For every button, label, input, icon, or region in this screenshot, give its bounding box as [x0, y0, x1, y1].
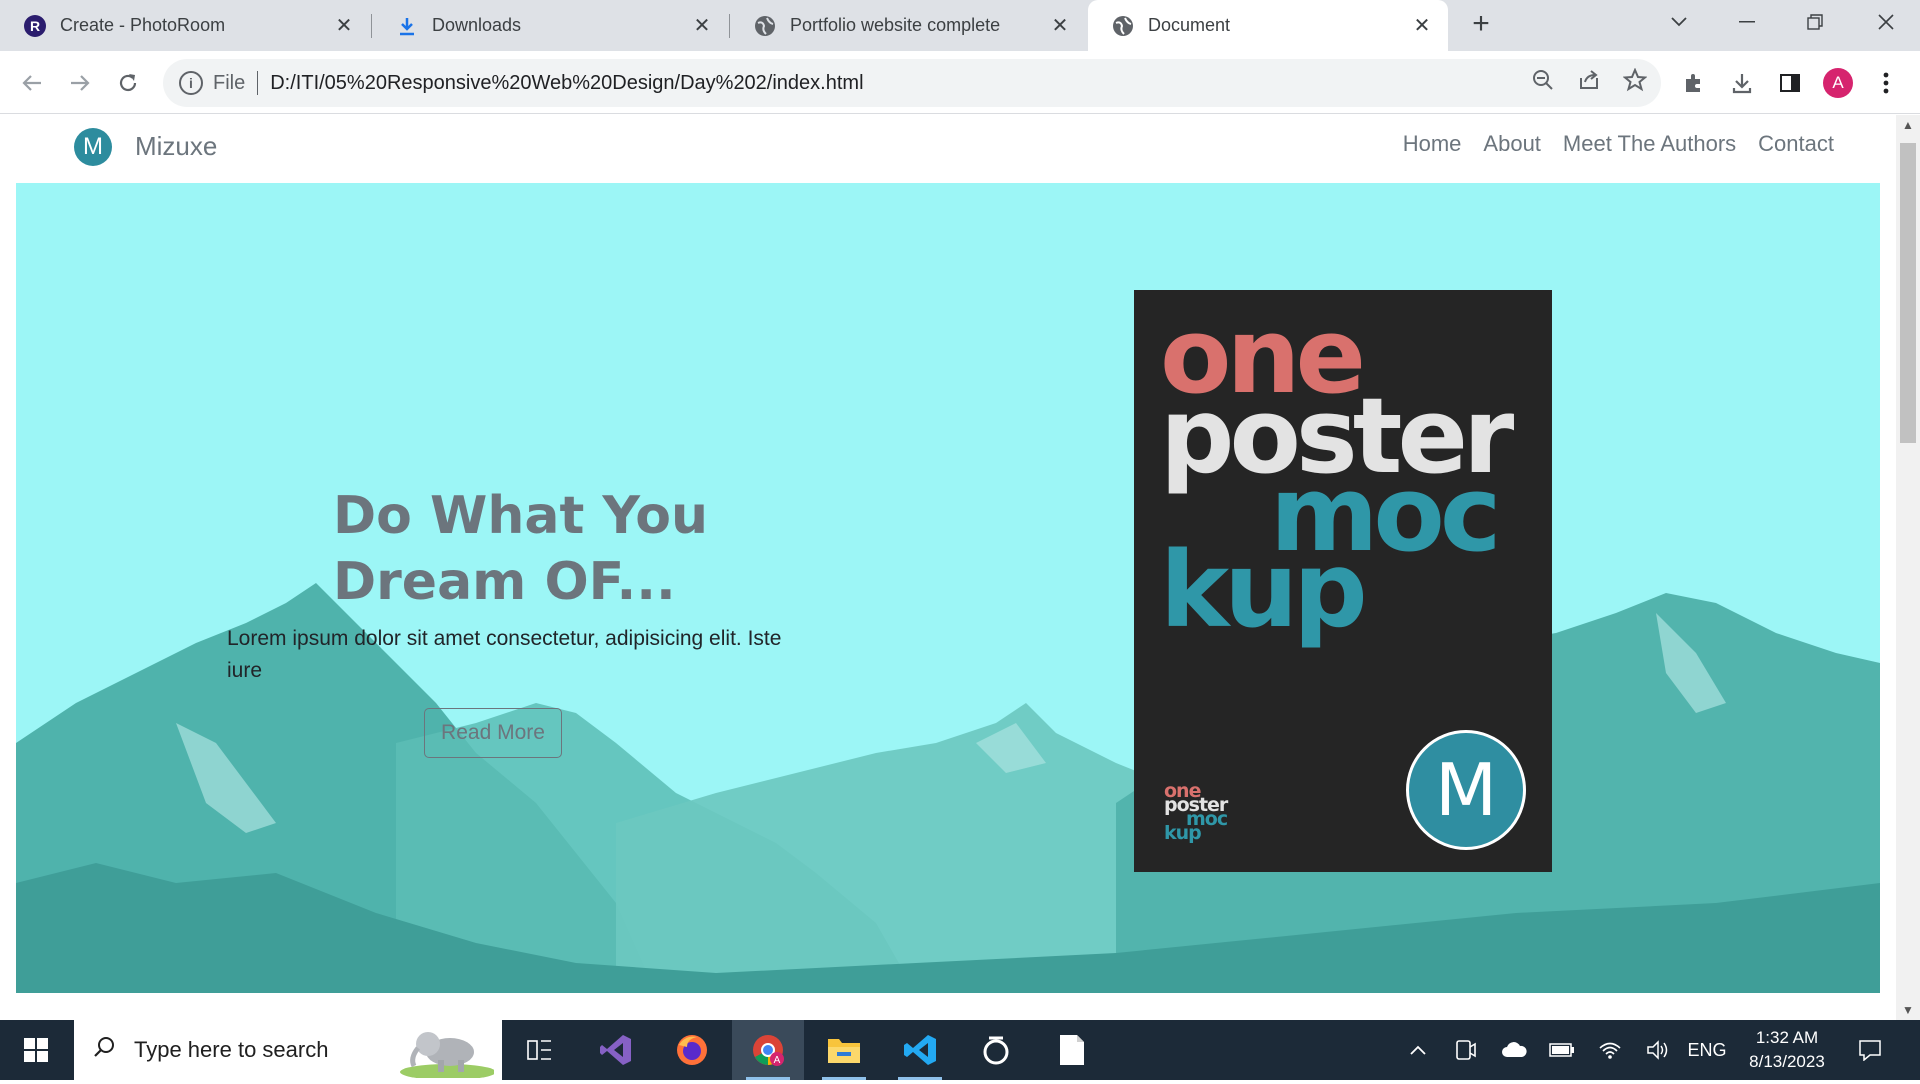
page-scrollbar[interactable]: ▲ ▼ [1896, 115, 1920, 1020]
clock-date: 8/13/2023 [1749, 1052, 1825, 1071]
tab-document[interactable]: Document ✕ [1088, 0, 1448, 51]
taskbar-search-box[interactable]: Type here to search [74, 1020, 502, 1080]
profile-avatar[interactable]: A [1818, 63, 1858, 103]
scroll-up-icon[interactable]: ▲ [1896, 115, 1920, 135]
address-divider [257, 71, 259, 95]
reload-button[interactable] [108, 63, 148, 103]
notepad-icon[interactable] [1036, 1020, 1108, 1080]
nav-links: Home About Meet The Authors Contact [1403, 131, 1834, 157]
show-hidden-icons-chevron-icon[interactable] [1400, 1020, 1436, 1080]
poster-small-word: kup [1164, 822, 1202, 844]
elephant-illustration-icon [398, 1022, 496, 1084]
brand-name[interactable]: Mizuxe [135, 131, 217, 162]
bookmark-star-icon[interactable] [1622, 67, 1648, 98]
mountain-background-image [16, 583, 1880, 993]
nav-link-contact[interactable]: Contact [1758, 131, 1834, 157]
tab-title: Portfolio website complete [790, 15, 1001, 35]
close-icon[interactable]: ✕ [1048, 14, 1072, 38]
meet-now-icon[interactable] [1448, 1020, 1484, 1080]
info-icon[interactable]: i [179, 71, 203, 95]
close-icon[interactable]: ✕ [332, 14, 356, 38]
hero-title: Do What You Dream OF... [333, 486, 709, 612]
tab-strip: R Create - PhotoRoom ✕ Downloads ✕ Portf… [0, 0, 1920, 51]
minimize-button[interactable] [1713, 0, 1781, 44]
battery-icon[interactable] [1544, 1020, 1580, 1080]
share-icon[interactable] [1577, 68, 1601, 98]
windows-start-button[interactable] [0, 1020, 72, 1080]
address-scheme: File [213, 71, 246, 94]
page-viewport: M Mizuxe Home About Meet The Authors Con… [0, 115, 1896, 1020]
volume-icon[interactable] [1640, 1020, 1676, 1080]
poster-word: kup [1160, 529, 1368, 651]
side-panel-icon[interactable] [1770, 63, 1810, 103]
tab-title: Document [1148, 15, 1231, 35]
read-more-button[interactable]: Read More [424, 708, 562, 758]
notifications-icon[interactable] [1852, 1020, 1888, 1080]
svg-text:R: R [30, 18, 40, 34]
language-indicator[interactable]: ENG [1684, 1020, 1730, 1080]
avatar[interactable]: A [1823, 68, 1853, 98]
poster-logo-badge: M [1406, 730, 1526, 850]
tab-photoroom[interactable]: R Create - PhotoRoom ✕ [0, 0, 370, 51]
svg-text:A: A [774, 1055, 781, 1066]
address-bar[interactable]: i File D:/ITI/05%20Responsive%20Web%20De… [163, 59, 1661, 107]
clock-time: 1:32 AM [1755, 1028, 1819, 1047]
forward-button[interactable] [60, 63, 100, 103]
close-window-button[interactable] [1852, 0, 1920, 44]
poster-mockup-image: one poster moc kup one poster moc kup M [1134, 290, 1552, 872]
search-placeholder: Type here to search [134, 1037, 329, 1062]
search-icon [92, 1035, 116, 1066]
tab-portfolio[interactable]: Portfolio website complete ✕ [730, 0, 1086, 51]
vscode-icon[interactable] [884, 1020, 956, 1080]
nav-link-authors[interactable]: Meet The Authors [1563, 131, 1736, 157]
download-icon [396, 15, 418, 37]
tab-downloads[interactable]: Downloads ✕ [372, 0, 728, 51]
tab-title: Create - PhotoRoom [60, 15, 226, 35]
firefox-icon[interactable] [656, 1020, 728, 1080]
extensions-icon[interactable] [1674, 63, 1714, 103]
globe-icon [754, 15, 776, 37]
zoom-out-icon[interactable] [1531, 68, 1555, 98]
new-tab-button[interactable]: + [1466, 9, 1496, 40]
visual-studio-icon[interactable] [580, 1020, 652, 1080]
downloads-icon[interactable] [1722, 63, 1762, 103]
wifi-icon[interactable] [1592, 1020, 1628, 1080]
nav-link-home[interactable]: Home [1403, 131, 1462, 157]
task-view-icon[interactable] [504, 1020, 576, 1080]
close-icon[interactable]: ✕ [1410, 14, 1434, 38]
browser-toolbar: i File D:/ITI/05%20Responsive%20Web%20De… [0, 51, 1920, 114]
obs-icon[interactable] [960, 1020, 1032, 1080]
address-url[interactable]: D:/ITI/05%20Responsive%20Web%20Design/Da… [270, 72, 863, 95]
globe-icon [1112, 15, 1134, 37]
nav-link-about[interactable]: About [1483, 131, 1541, 157]
scrollbar-thumb[interactable] [1900, 143, 1916, 443]
tab-title: Downloads [432, 15, 522, 35]
taskbar: Type here to search A ENG 1:32 AM 8/13/2… [0, 1020, 1920, 1080]
onedrive-cloud-icon[interactable] [1496, 1020, 1532, 1080]
system-clock[interactable]: 1:32 AM 8/13/2023 [1732, 1026, 1842, 1074]
photoroom-icon: R [24, 14, 46, 37]
file-explorer-icon[interactable] [808, 1020, 880, 1080]
site-navbar: M Mizuxe Home About Meet The Authors Con… [0, 115, 1896, 183]
brand-logo[interactable]: M [74, 128, 112, 166]
restore-button[interactable] [1781, 0, 1849, 44]
back-button[interactable] [12, 63, 52, 103]
scroll-down-icon[interactable]: ▼ [1896, 1000, 1920, 1020]
close-icon[interactable]: ✕ [690, 14, 714, 38]
hero-section: Do What You Dream OF... Lorem ipsum dolo… [16, 183, 1880, 993]
tab-search-chevron-icon[interactable] [1645, 0, 1713, 44]
menu-icon[interactable] [1866, 63, 1906, 103]
hero-text: Lorem ipsum dolor sit amet consectetur, … [227, 627, 782, 682]
chrome-icon[interactable]: A [732, 1020, 804, 1080]
